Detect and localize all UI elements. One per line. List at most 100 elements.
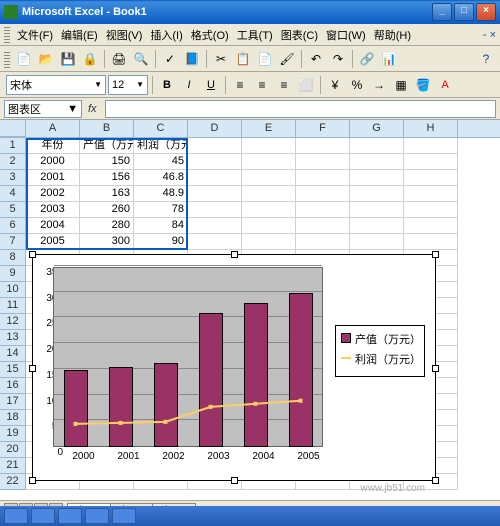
cell[interactable]: [188, 218, 242, 234]
cell[interactable]: [296, 186, 350, 202]
cell[interactable]: [296, 138, 350, 154]
close-button[interactable]: ×: [476, 3, 496, 21]
menu-edit[interactable]: 编辑(E): [57, 25, 102, 45]
link-icon[interactable]: 🔗: [357, 49, 377, 69]
cell[interactable]: [404, 170, 458, 186]
help-search[interactable]: - ×: [483, 29, 496, 41]
row-header[interactable]: 7: [0, 234, 26, 250]
row-header[interactable]: 20: [0, 442, 26, 458]
merge-icon[interactable]: ⬜: [296, 75, 316, 95]
cell[interactable]: [296, 218, 350, 234]
cell[interactable]: 78: [134, 202, 188, 218]
font-combo[interactable]: 宋体▼: [6, 75, 106, 95]
font-color-icon[interactable]: A: [435, 75, 455, 95]
cell[interactable]: 2003: [26, 202, 80, 218]
align-left-icon[interactable]: ≡: [230, 75, 250, 95]
cell[interactable]: 84: [134, 218, 188, 234]
resize-handle[interactable]: [231, 251, 238, 258]
spell-icon[interactable]: ✓: [160, 49, 180, 69]
legend[interactable]: 产值（万元） 利润（万元）: [335, 325, 425, 377]
resize-handle[interactable]: [29, 251, 36, 258]
cell[interactable]: 2004: [26, 218, 80, 234]
undo-icon[interactable]: ↶: [306, 49, 326, 69]
cell[interactable]: [350, 154, 404, 170]
task-button[interactable]: [4, 508, 28, 524]
cell[interactable]: [404, 202, 458, 218]
cell[interactable]: 2000: [26, 154, 80, 170]
align-right-icon[interactable]: ≡: [274, 75, 294, 95]
cell[interactable]: 2001: [26, 170, 80, 186]
cell[interactable]: [242, 154, 296, 170]
cell[interactable]: [350, 202, 404, 218]
preview-icon[interactable]: 🔍: [131, 49, 151, 69]
cell[interactable]: [404, 154, 458, 170]
cell[interactable]: 45: [134, 154, 188, 170]
menu-window[interactable]: 窗口(W): [322, 25, 370, 45]
help-icon[interactable]: ?: [476, 49, 496, 69]
cut-icon[interactable]: ✂: [211, 49, 231, 69]
research-icon[interactable]: 📘: [182, 49, 202, 69]
currency-icon[interactable]: ¥: [325, 75, 345, 95]
cell[interactable]: 150: [80, 154, 134, 170]
cell[interactable]: [188, 186, 242, 202]
cell[interactable]: [404, 234, 458, 250]
cell[interactable]: 年份: [26, 138, 80, 154]
cell[interactable]: 2005: [26, 234, 80, 250]
resize-handle[interactable]: [432, 251, 439, 258]
cell[interactable]: 156: [80, 170, 134, 186]
menu-view[interactable]: 视图(V): [102, 25, 147, 45]
col-header[interactable]: G: [350, 120, 404, 137]
redo-icon[interactable]: ↷: [328, 49, 348, 69]
col-header[interactable]: E: [242, 120, 296, 137]
cell[interactable]: 163: [80, 186, 134, 202]
cell[interactable]: [242, 218, 296, 234]
percent-icon[interactable]: %: [347, 75, 367, 95]
task-button[interactable]: [85, 508, 109, 524]
row-header[interactable]: 11: [0, 298, 26, 314]
row-header[interactable]: 6: [0, 218, 26, 234]
cell[interactable]: [350, 218, 404, 234]
task-button[interactable]: [112, 508, 136, 524]
cell[interactable]: [242, 186, 296, 202]
border-icon[interactable]: ▦: [391, 75, 411, 95]
row-header[interactable]: 1: [0, 138, 26, 154]
row-header[interactable]: 5: [0, 202, 26, 218]
row-header[interactable]: 21: [0, 458, 26, 474]
col-header[interactable]: A: [26, 120, 80, 137]
worksheet[interactable]: A B C D E F G H 1年份产值（万元）利润（万元）220001504…: [0, 120, 500, 500]
cell[interactable]: [188, 154, 242, 170]
open-icon[interactable]: 📂: [36, 49, 56, 69]
cell[interactable]: 2002: [26, 186, 80, 202]
col-header[interactable]: F: [296, 120, 350, 137]
resize-handle[interactable]: [432, 477, 439, 484]
grip[interactable]: [4, 50, 10, 68]
cell[interactable]: 利润（万元）: [134, 138, 188, 154]
cell[interactable]: [350, 186, 404, 202]
bold-icon[interactable]: B: [157, 75, 177, 95]
paste-icon[interactable]: 📄: [255, 49, 275, 69]
format-painter-icon[interactable]: 🖌: [277, 49, 297, 69]
row-header[interactable]: 14: [0, 346, 26, 362]
new-icon[interactable]: 📄: [14, 49, 34, 69]
resize-handle[interactable]: [29, 477, 36, 484]
align-center-icon[interactable]: ≡: [252, 75, 272, 95]
cell[interactable]: [296, 202, 350, 218]
cell[interactable]: [242, 202, 296, 218]
minimize-button[interactable]: _: [432, 3, 452, 21]
col-header[interactable]: B: [80, 120, 134, 137]
row-header[interactable]: 13: [0, 330, 26, 346]
cell[interactable]: [350, 138, 404, 154]
italic-icon[interactable]: I: [179, 75, 199, 95]
row-header[interactable]: 8: [0, 250, 26, 266]
size-combo[interactable]: 12▼: [108, 75, 148, 95]
row-header[interactable]: 10: [0, 282, 26, 298]
cell[interactable]: [296, 170, 350, 186]
cell[interactable]: [296, 154, 350, 170]
cell[interactable]: [296, 234, 350, 250]
menu-format[interactable]: 格式(O): [187, 25, 233, 45]
select-all-corner[interactable]: [0, 120, 26, 137]
row-header[interactable]: 2: [0, 154, 26, 170]
copy-icon[interactable]: 📋: [233, 49, 253, 69]
cell[interactable]: 46.8: [134, 170, 188, 186]
indent-icon[interactable]: →: [369, 75, 389, 95]
